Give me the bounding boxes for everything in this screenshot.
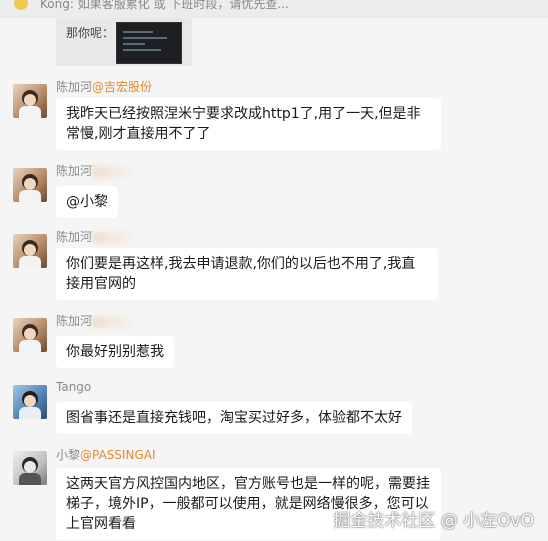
quoted-label: 那你呢： (66, 26, 115, 40)
screenshot-thumbnail[interactable] (116, 22, 182, 64)
sender-name: Tango (56, 380, 91, 394)
message-bubble: 图省事还是直接充钱吧，淘宝买过好多，体验都不太好 (56, 402, 412, 434)
sender-name: 陈加河 (56, 312, 137, 329)
emoji-icon (14, 0, 28, 10)
quoted-message[interactable]: 那你呢： (56, 18, 192, 66)
sender-tag: @吉宏股份 (92, 80, 153, 94)
watermark: 掘金技术社区 @ 小左OvO (333, 511, 534, 531)
avatar[interactable] (13, 385, 47, 419)
blurred-tag (92, 165, 137, 178)
avatar[interactable] (13, 168, 47, 202)
previous-message-strip: Kong: 如果客服累化 或 下班时段，请优先查... (0, 0, 548, 18)
message-bubble: 你们要是再这样,我去申请退款,你们的以后也不用了,我直接用官网的 (56, 248, 438, 300)
sender-name: 陈加河@吉宏股份 (56, 78, 152, 95)
avatar[interactable] (13, 84, 47, 118)
avatar[interactable] (13, 234, 47, 268)
sender-name: 小黎@PASSINGAI (56, 446, 156, 463)
sender-label: Tango (56, 380, 92, 394)
sender-label: 小黎 (56, 448, 81, 462)
avatar[interactable] (13, 451, 47, 485)
sender-name: 陈加河 (56, 162, 137, 179)
previous-message-text: Kong: 如果客服累化 或 下班时段，请优先查... (40, 0, 289, 11)
sender-tag: @PASSINGAI (80, 448, 156, 462)
sender-label: 陈加河 (56, 80, 93, 94)
blurred-tag (92, 231, 137, 244)
message-bubble: 你最好别别惹我 (56, 336, 174, 368)
sender-label: 陈加河 (56, 164, 93, 178)
sender-label: 陈加河 (56, 230, 93, 244)
avatar[interactable] (13, 318, 47, 352)
blurred-tag (92, 315, 137, 328)
message-bubble: 我昨天已经按照涅米宁要求改成http1了,用了一天,但是非常慢,刚才直接用不了了 (56, 98, 441, 150)
sender-label: 陈加河 (56, 314, 93, 328)
message-bubble: @小黎 (56, 186, 118, 218)
sender-name: 陈加河 (56, 228, 137, 245)
